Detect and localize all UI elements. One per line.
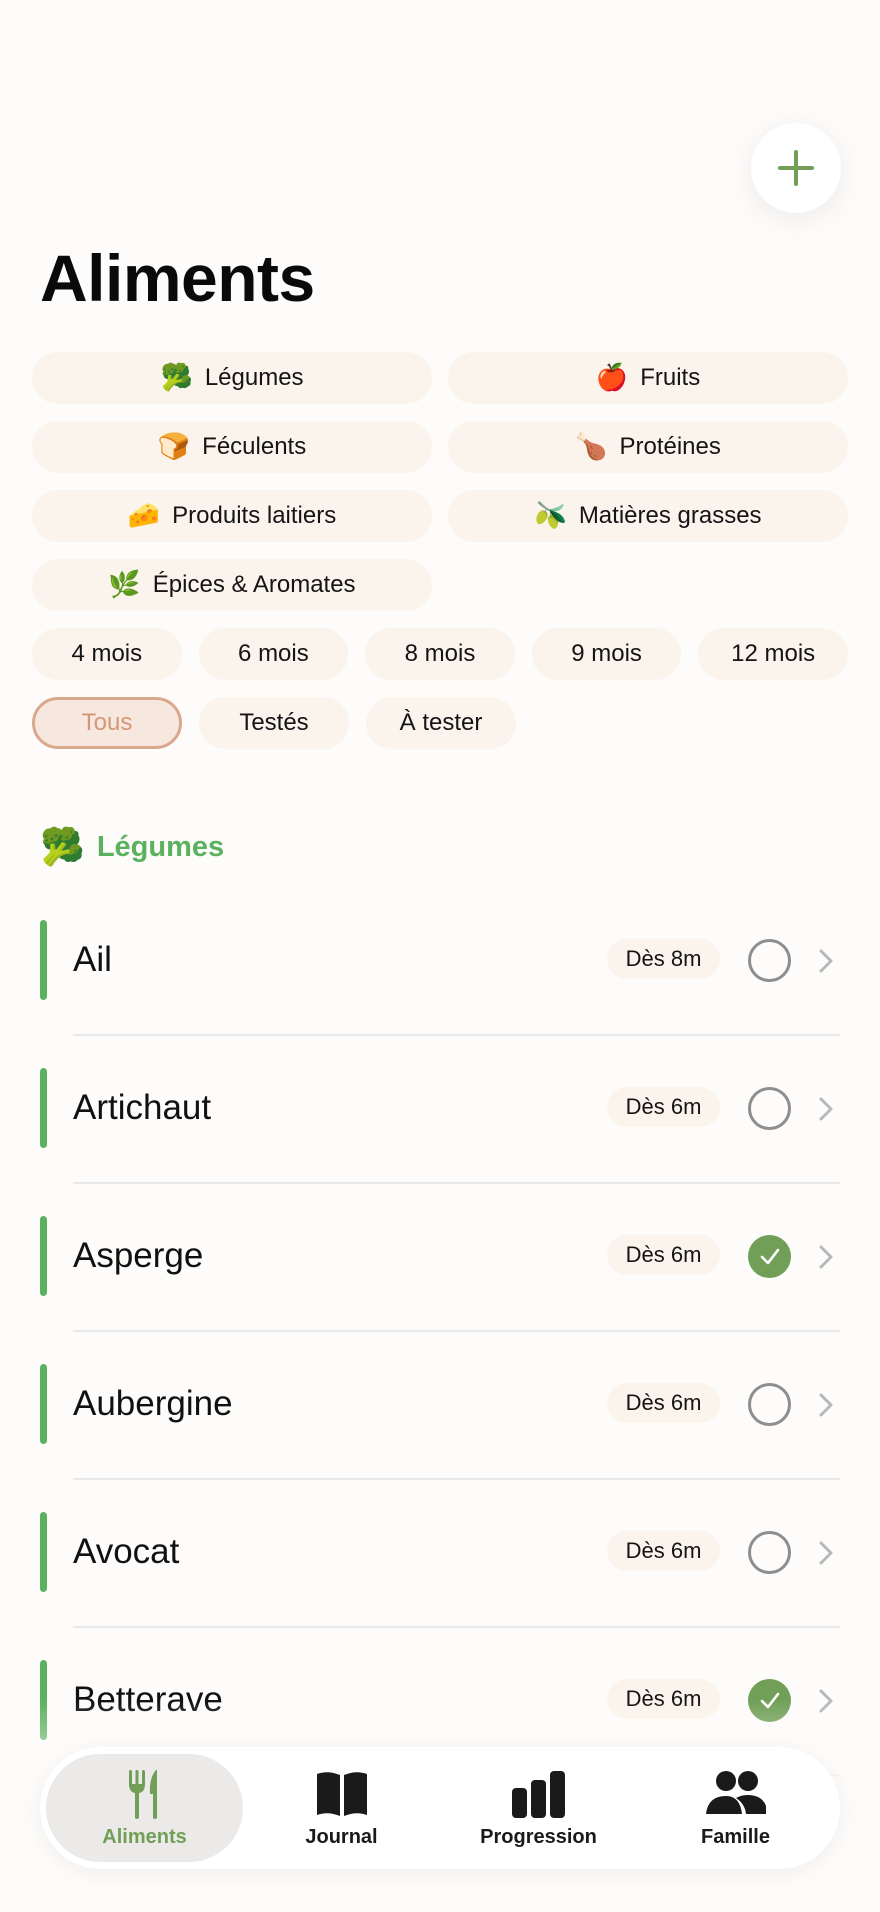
plus-icon: [778, 150, 814, 186]
age-chip-4-mois[interactable]: 4 mois: [32, 628, 182, 680]
status-chip-testes[interactable]: Testés: [199, 697, 349, 749]
status-chip-tous[interactable]: Tous: [32, 697, 182, 749]
tested-checkbox[interactable]: [748, 1087, 791, 1130]
category-label: Matières grasses: [578, 502, 762, 529]
page-title: Aliments: [40, 241, 315, 315]
tested-checkbox[interactable]: [748, 1383, 791, 1426]
section-title: Légumes: [96, 830, 225, 863]
age-chip-12-mois[interactable]: 12 mois: [698, 628, 848, 680]
age-badge: Dès 6m: [607, 1531, 720, 1571]
drumstick-icon: 🍗: [575, 432, 608, 462]
status-filters: Tous Testés À tester: [32, 697, 516, 749]
category-chip-produits-laitiers[interactable]: 🧀 Produits laitiers: [32, 490, 432, 542]
age-badge: Dès 6m: [607, 1383, 720, 1423]
age-chip-9-mois[interactable]: 9 mois: [531, 628, 682, 680]
food-name: Avocat: [73, 1532, 180, 1571]
food-list: Ail Dès 8m Artichaut Dès 6m Asperge Dès …: [0, 888, 880, 1776]
tab-aliments[interactable]: Aliments: [46, 1754, 243, 1862]
age-chip-6-mois[interactable]: 6 mois: [198, 628, 349, 680]
age-badge: Dès 6m: [607, 1235, 720, 1275]
fork-knife-icon: [128, 1769, 157, 1819]
category-chip-legumes[interactable]: 🥦 Légumes: [32, 352, 432, 404]
category-chip-proteines[interactable]: 🍗 Protéines: [448, 421, 848, 473]
food-name: Aubergine: [73, 1384, 233, 1423]
tab-progression[interactable]: Progression: [440, 1754, 637, 1862]
category-chip-epices-aromates[interactable]: 🌿 Épices & Aromates: [32, 559, 432, 611]
section-header-legumes: 🥦 Légumes: [40, 826, 224, 868]
tab-label: Progression: [480, 1825, 597, 1848]
people-icon: [705, 1770, 766, 1814]
age-filters: 4 mois 6 mois 8 mois 9 mois 12 mois: [32, 628, 848, 680]
category-color-bar: [40, 1364, 47, 1444]
category-label: Protéines: [619, 433, 721, 460]
category-filters: 🥦 Légumes 🍎 Fruits 🍞 Féculents 🍗 Protéines 🧀…: [32, 352, 848, 611]
herb-icon: 🌿: [108, 570, 141, 600]
food-name: Artichaut: [73, 1088, 212, 1127]
food-row[interactable]: Aubergine Dès 6m: [0, 1332, 880, 1480]
age-badge: Dès 8m: [607, 939, 720, 979]
tested-checkbox[interactable]: [748, 1235, 791, 1278]
checkmark-icon: [760, 1248, 779, 1264]
tab-journal[interactable]: Journal: [243, 1754, 440, 1862]
bar-chart-icon: [511, 1770, 565, 1818]
bread-icon: 🍞: [157, 432, 191, 462]
cheese-icon: 🧀: [127, 501, 161, 531]
broccoli-icon: 🥦: [40, 827, 85, 868]
food-name: Ail: [73, 940, 112, 979]
chevron-right-icon: [819, 1541, 833, 1565]
add-food-button[interactable]: [751, 123, 841, 213]
tab-label: Famille: [701, 1825, 770, 1848]
tab-bar: Aliments Journal Progression Famille: [40, 1747, 840, 1869]
age-chip-8-mois[interactable]: 8 mois: [365, 628, 515, 680]
category-chip-matieres-grasses[interactable]: 🫒 Matières grasses: [448, 490, 848, 542]
chevron-right-icon: [819, 1245, 833, 1269]
broccoli-icon: 🥦: [160, 363, 193, 393]
food-name: Asperge: [73, 1236, 204, 1275]
food-row[interactable]: Asperge Dès 6m: [0, 1184, 880, 1332]
olive-icon: 🫒: [534, 501, 567, 531]
status-chip-a-tester[interactable]: À tester: [366, 697, 516, 749]
category-label: Épices & Aromates: [152, 571, 356, 598]
age-badge: Dès 6m: [607, 1087, 720, 1127]
chevron-right-icon: [819, 949, 833, 973]
category-chip-feculents[interactable]: 🍞 Féculents: [32, 421, 432, 473]
tab-label: Aliments: [102, 1825, 187, 1848]
category-label: Produits laitiers: [172, 502, 337, 529]
category-color-bar: [40, 1512, 47, 1592]
food-row[interactable]: Avocat Dès 6m: [0, 1480, 880, 1628]
category-label: Féculents: [202, 433, 307, 460]
category-label: Légumes: [204, 364, 304, 391]
tab-label: Journal: [305, 1825, 378, 1848]
food-row[interactable]: Ail Dès 8m: [0, 888, 880, 1036]
chevron-right-icon: [819, 1097, 833, 1121]
food-row[interactable]: Artichaut Dès 6m: [0, 1036, 880, 1184]
category-color-bar: [40, 1216, 47, 1296]
category-label: Fruits: [640, 364, 701, 391]
tab-famille[interactable]: Famille: [637, 1754, 834, 1862]
chevron-right-icon: [819, 1393, 833, 1417]
category-color-bar: [40, 1068, 47, 1148]
tested-checkbox[interactable]: [748, 939, 791, 982]
tested-checkbox[interactable]: [748, 1531, 791, 1574]
category-chip-fruits[interactable]: 🍎 Fruits: [448, 352, 848, 404]
category-color-bar: [40, 920, 47, 1000]
apple-icon: 🍎: [595, 363, 629, 393]
book-icon: [316, 1771, 367, 1816]
